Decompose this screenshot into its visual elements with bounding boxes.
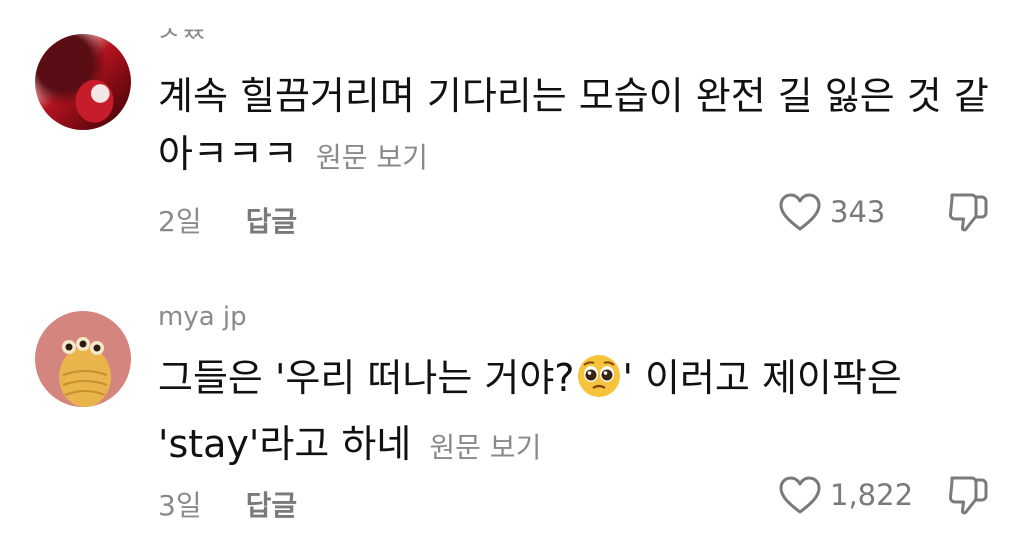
comment-text-part-1: 그들은 '우리 떠나는 거야? [158, 356, 575, 400]
like-button[interactable]: 1,822 [778, 475, 922, 515]
comment-item: ᄼᅑ 계속 힐끔거리며 기다리는 모습이 완전 길 잃은 것 같아ㅋㅋㅋ 원문 … [0, 0, 1024, 272]
thumbs-down-outline-icon [948, 193, 988, 232]
comment-text: 계속 힐끔거리며 기다리는 모습이 완전 길 잃은 것 같아ㅋㅋㅋ 원문 보기 [158, 67, 998, 187]
see-original-link[interactable]: 원문 보기 [429, 431, 541, 464]
comment-text: 그들은 '우리 떠나는 거야? ' 이러고 제이팍은 'stay'라고 하네 원… [158, 349, 998, 477]
comment-time: 3일 [158, 489, 202, 522]
pleading-face-emoji [576, 353, 622, 415]
see-original-link[interactable]: 원문 보기 [316, 141, 428, 174]
avatar-character-image [59, 337, 111, 407]
thumbs-down-outline-icon [948, 476, 988, 515]
heart-outline-icon [779, 476, 821, 514]
dislike-button[interactable] [946, 472, 990, 518]
reply-button[interactable]: 답글 [246, 200, 298, 240]
like-button[interactable]: 343 [778, 192, 922, 232]
comment-text-content: 계속 힐끔거리며 기다리는 모습이 완전 길 잃은 것 같아ㅋㅋㅋ [158, 74, 989, 176]
heart-outline-icon [779, 193, 821, 231]
avatar[interactable] [35, 311, 131, 407]
avatar[interactable] [35, 34, 131, 130]
comment-username[interactable]: mya jp [158, 302, 247, 332]
comment-meta: 3일 답글 [158, 484, 297, 524]
comment-time: 2일 [158, 205, 202, 238]
comment-actions: 1,822 [778, 473, 990, 517]
like-count: 1,822 [830, 478, 914, 512]
comment-item: mya jp 그들은 '우리 떠나는 거야? ' 이러고 제이팍은 'stay'… [0, 272, 1024, 544]
comment-username[interactable]: ᄼᅑ [158, 20, 206, 57]
reply-button[interactable]: 답글 [246, 484, 298, 524]
dislike-button[interactable] [946, 189, 990, 235]
comment-meta: 2일 답글 [158, 200, 297, 240]
comment-actions: 343 [778, 190, 990, 234]
like-count: 343 [830, 195, 886, 229]
